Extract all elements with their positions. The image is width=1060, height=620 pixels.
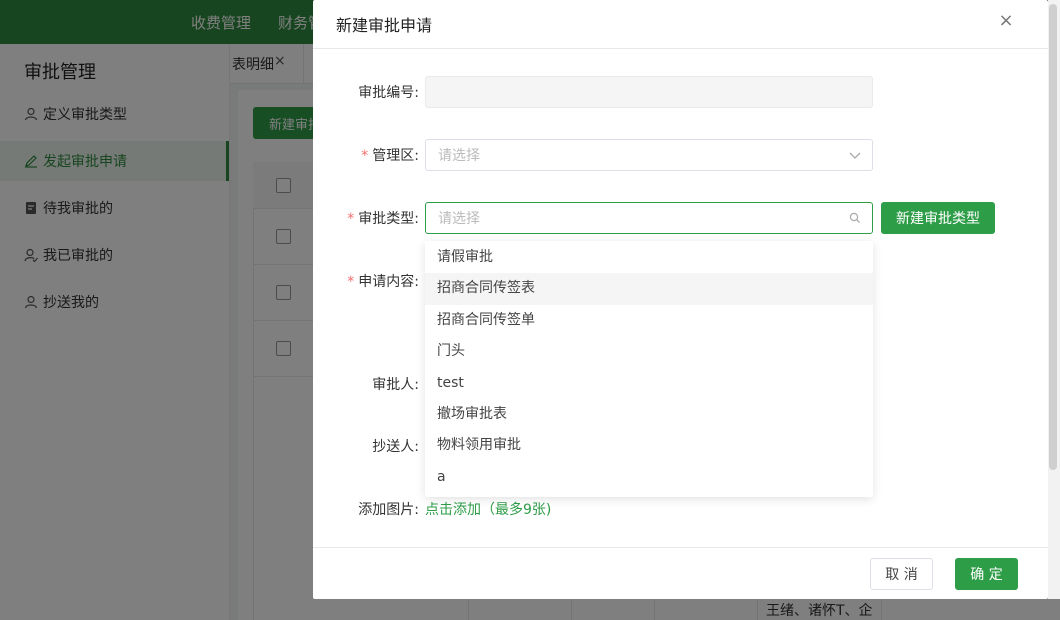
region-placeholder: 请选择: [438, 148, 480, 164]
dialog-header-divider: [313, 48, 1048, 49]
dialog-footer-divider: [313, 547, 1048, 548]
add-image-link[interactable]: 点击添加（最多9张): [425, 499, 551, 519]
field-label-number: 审批编号:: [358, 85, 419, 101]
field-label-type: * 审批类型:: [347, 211, 419, 227]
dropdown-option[interactable]: 门头: [425, 336, 873, 367]
field-label-content: * 申请内容:: [347, 274, 419, 290]
field-label-region: * 管理区:: [361, 148, 419, 164]
approval-type-select[interactable]: 请选择: [425, 202, 873, 234]
field-label-approver: 审批人:: [372, 377, 419, 393]
region-select[interactable]: 请选择: [425, 139, 873, 171]
dropdown-option[interactable]: a: [425, 462, 873, 493]
search-icon: [848, 211, 862, 225]
cancel-button[interactable]: 取 消: [870, 558, 933, 590]
dropdown-option[interactable]: 请假审批: [425, 242, 873, 273]
approval-number-input[interactable]: [425, 76, 873, 108]
required-mark: *: [347, 274, 355, 290]
new-request-dialog: 新建审批申请 × 审批编号: * 管理区: 请选择 * 审批类型: 请选择 新建审批…: [313, 0, 1048, 599]
dropdown-option[interactable]: test: [425, 368, 873, 399]
dialog-title: 新建审批申请: [336, 16, 433, 35]
approval-type-dropdown: 请假审批 招商合同传签表 招商合同传签单 门头 test 撤场审批表 物料领用审…: [425, 241, 873, 497]
confirm-button[interactable]: 确 定: [955, 558, 1018, 590]
type-placeholder: 请选择: [438, 211, 480, 227]
required-mark: *: [361, 148, 369, 164]
close-icon[interactable]: ×: [997, 12, 1015, 30]
page-scrollbar-thumb[interactable]: [1049, 4, 1057, 470]
chevron-down-icon: [848, 148, 862, 162]
required-mark: *: [347, 211, 355, 227]
dropdown-option[interactable]: 撤场审批表: [425, 399, 873, 430]
dropdown-option[interactable]: 物料领用审批: [425, 430, 873, 461]
new-approval-type-button[interactable]: 新建审批类型: [881, 202, 995, 234]
dropdown-option[interactable]: 招商合同传签单: [425, 305, 873, 336]
dropdown-option[interactable]: 招商合同传签表: [425, 273, 873, 305]
field-label-cc: 抄送人:: [372, 439, 419, 455]
field-label-image: 添加图片:: [358, 502, 419, 518]
